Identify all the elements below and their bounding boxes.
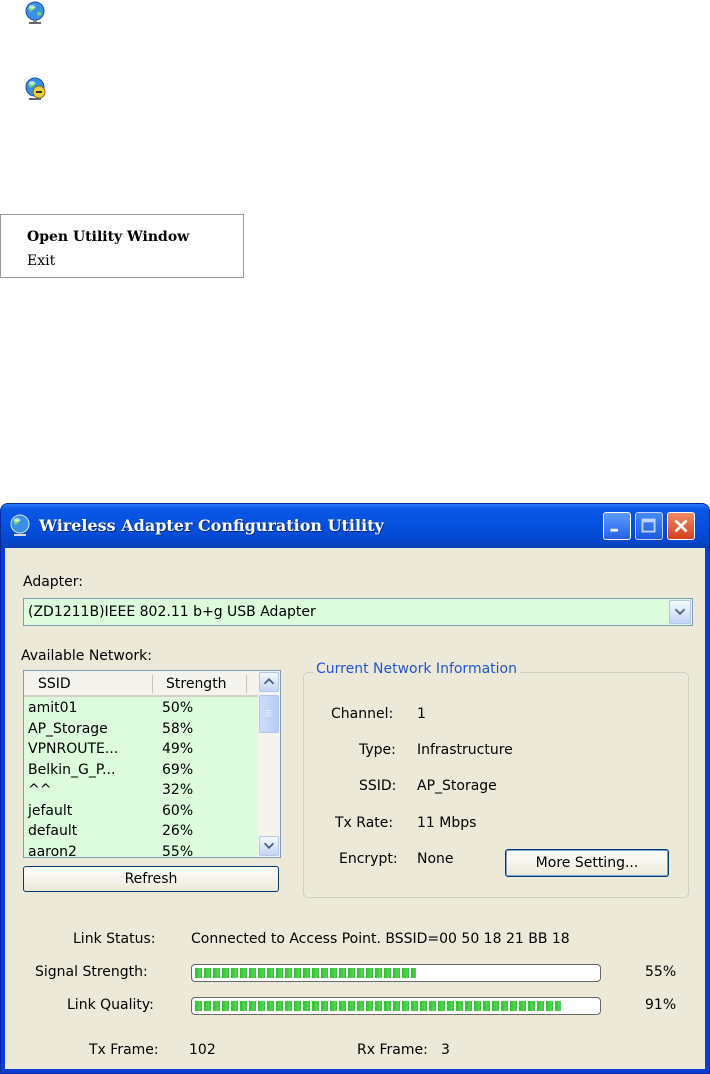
link-status-label: Link Status: — [73, 931, 156, 947]
network-strength: 60% — [162, 802, 194, 819]
channel-value: 1 — [417, 706, 426, 722]
globe-tray-icon[interactable] — [22, 0, 48, 26]
scroll-thumb[interactable] — [259, 695, 279, 733]
list-item[interactable]: ^^ 32% — [24, 780, 258, 801]
network-ssid: jefault — [28, 802, 73, 819]
signal-strength-fill — [195, 968, 416, 978]
list-item[interactable]: default 26% — [24, 821, 258, 842]
list-item[interactable]: aaron2 55% — [24, 842, 258, 858]
type-label: Type: — [359, 742, 396, 758]
network-ssid: Belkin_G_P... — [28, 761, 116, 778]
network-strength: 69% — [162, 761, 194, 778]
network-strength: 55% — [162, 843, 194, 858]
menu-item-exit[interactable]: Exit — [1, 249, 243, 273]
minimize-button[interactable] — [603, 512, 631, 540]
network-ssid: aaron2 — [28, 843, 77, 858]
link-quality-value: 91% — [645, 997, 677, 1013]
ssid-value: AP_Storage — [417, 778, 497, 794]
channel-label: Channel: — [331, 706, 394, 722]
signal-strength-value: 55% — [645, 964, 677, 980]
chevron-down-icon[interactable] — [669, 600, 691, 624]
scroll-down-button[interactable] — [259, 836, 279, 856]
close-button[interactable] — [667, 512, 695, 540]
link-status-value: Connected to Access Point. BSSID=00 50 1… — [191, 931, 570, 947]
ssid-label: SSID: — [359, 778, 397, 794]
scroll-up-button[interactable] — [259, 672, 279, 692]
rx-frame-value: 3 — [441, 1042, 450, 1058]
menu-item-open-utility-window[interactable]: Open Utility Window — [1, 225, 243, 249]
refresh-button[interactable]: Refresh — [23, 866, 279, 892]
network-strength: 49% — [162, 741, 194, 757]
utility-window: Wireless Adapter Configuration Utility A… — [0, 503, 710, 1074]
encrypt-value: None — [417, 851, 454, 867]
column-header-ssid[interactable]: SSID — [38, 676, 71, 692]
network-ssid: VPNROUTE... — [28, 741, 119, 757]
column-divider[interactable] — [152, 675, 153, 693]
tx-frame-label: Tx Frame: — [89, 1042, 159, 1058]
list-item[interactable]: jefault 60% — [24, 801, 258, 822]
network-ssid: amit01 — [28, 700, 78, 716]
window-client-area: Adapter: (ZD1211B)IEEE 802.11 b+g USB Ad… — [5, 548, 705, 1069]
network-list[interactable]: SSID Strength amit01 50% AP_Storage 58% VP… — [23, 670, 281, 858]
list-item[interactable]: Belkin_G_P... 69% — [24, 760, 258, 781]
link-quality-label: Link Quality: — [67, 997, 154, 1013]
title-bar[interactable]: Wireless Adapter Configuration Utility — [1, 504, 709, 548]
tx-rate-value: 11 Mbps — [417, 815, 477, 831]
network-strength: 32% — [162, 782, 194, 798]
network-ssid: default — [28, 823, 78, 839]
more-setting-button[interactable]: More Setting... — [505, 849, 669, 877]
column-divider[interactable] — [246, 675, 247, 693]
tx-frame-value: 102 — [189, 1042, 216, 1058]
column-header-strength[interactable]: Strength — [166, 676, 227, 692]
tx-rate-label: Tx Rate: — [335, 815, 394, 831]
signal-strength-bar — [191, 964, 601, 982]
rx-frame-label: Rx Frame: — [357, 1042, 428, 1058]
refresh-button-label: Refresh — [124, 871, 178, 887]
link-quality-bar — [191, 997, 601, 1015]
globe-disconnected-tray-icon[interactable] — [22, 76, 48, 102]
window-title: Wireless Adapter Configuration Utility — [39, 516, 384, 535]
adapter-select-value: (ZD1211B)IEEE 802.11 b+g USB Adapter — [28, 604, 316, 620]
more-setting-button-label: More Setting... — [535, 855, 639, 871]
network-strength: 58% — [162, 720, 194, 737]
maximize-button[interactable] — [635, 512, 663, 540]
available-network-label: Available Network: — [21, 648, 152, 664]
list-item[interactable]: AP_Storage 58% — [24, 719, 258, 740]
network-ssid: ^^ — [28, 782, 52, 798]
network-ssid: AP_Storage — [28, 720, 108, 737]
type-value: Infrastructure — [417, 742, 513, 758]
list-item[interactable]: VPNROUTE... 49% — [24, 739, 258, 760]
adapter-label: Adapter: — [23, 574, 84, 590]
network-strength: 50% — [162, 700, 194, 716]
encrypt-label: Encrypt: — [339, 851, 398, 867]
globe-app-icon — [7, 513, 33, 539]
signal-strength-label: Signal Strength: — [35, 964, 148, 980]
adapter-select[interactable]: (ZD1211B)IEEE 802.11 b+g USB Adapter — [23, 598, 693, 626]
link-quality-fill — [195, 1001, 561, 1011]
list-header: SSID Strength — [24, 671, 258, 697]
context-menu: Open Utility Window Exit — [0, 214, 244, 278]
vertical-scrollbar[interactable] — [258, 671, 280, 857]
current-network-title: Current Network Information — [313, 661, 520, 677]
network-strength: 26% — [162, 823, 194, 839]
list-item[interactable]: amit01 50% — [24, 698, 258, 719]
network-rows: amit01 50% AP_Storage 58% VPNROUTE... 49% B… — [24, 698, 258, 858]
